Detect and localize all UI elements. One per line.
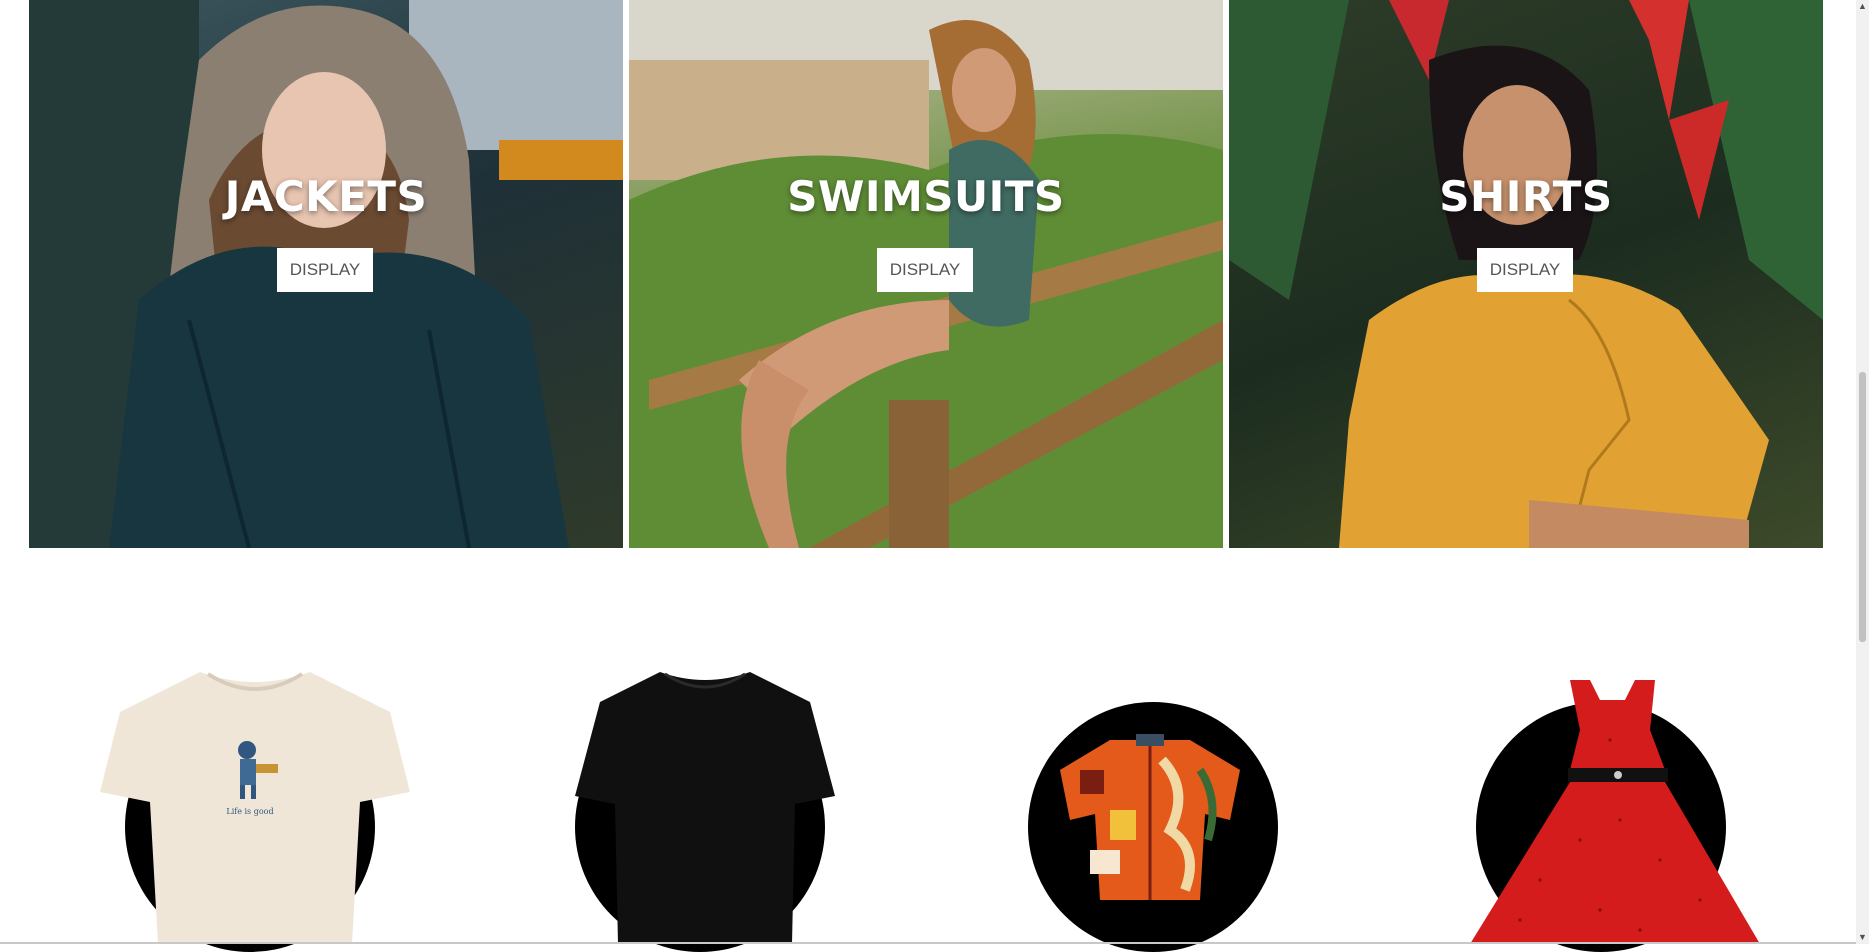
category-card-swimsuits[interactable]: SWIMSUITS DISPLAY xyxy=(629,0,1223,548)
category-title: JACKETS xyxy=(224,172,428,221)
display-button[interactable]: DISPLAY xyxy=(1477,248,1573,292)
scroll-thumb[interactable] xyxy=(1859,372,1866,642)
chevron-up-icon[interactable]: ▲ xyxy=(1856,0,1869,13)
category-title: SHIRTS xyxy=(1439,172,1613,221)
display-button[interactable]: DISPLAY xyxy=(877,248,973,292)
category-card-shirts[interactable]: SHIRTS DISPLAY xyxy=(1229,0,1823,548)
category-title: SWIMSUITS xyxy=(787,172,1065,221)
category-grid: JACKETS DISPLAY SWIMSUITS DISPLAY SHIRTS… xyxy=(29,0,1823,548)
vertical-scrollbar[interactable]: ▲ ▼ xyxy=(1856,0,1869,944)
red-dress-image xyxy=(1470,680,1760,944)
product-item-black-tshirt[interactable] xyxy=(540,640,870,952)
product-item-cream-tshirt[interactable]: Life is good xyxy=(90,640,420,952)
svg-text:Life is good: Life is good xyxy=(226,807,273,816)
chevron-down-icon[interactable]: ▼ xyxy=(1856,931,1869,944)
category-card-jackets[interactable]: JACKETS DISPLAY xyxy=(29,0,623,548)
display-button[interactable]: DISPLAY xyxy=(277,248,373,292)
cream-tshirt-image: Life is good xyxy=(100,672,410,944)
product-item-red-dress[interactable] xyxy=(1460,640,1790,952)
product-item-printed-shirt[interactable] xyxy=(1010,640,1340,952)
product-row: Life is good xyxy=(0,640,1856,952)
printed-shirt-image xyxy=(1060,734,1240,900)
black-tshirt-image xyxy=(575,672,835,944)
